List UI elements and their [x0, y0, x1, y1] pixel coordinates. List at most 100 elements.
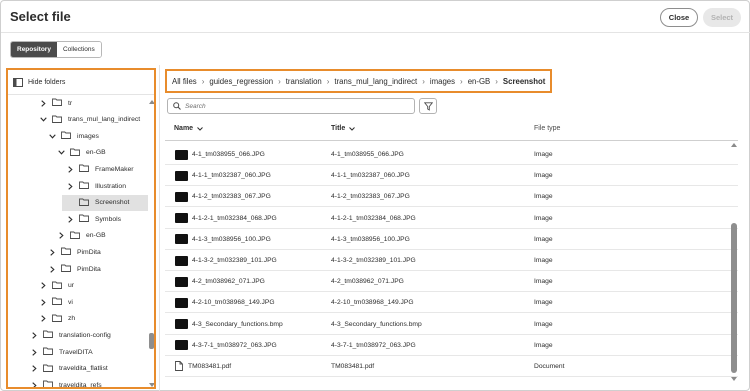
cell-name: 4-1-2-1_tm032384_068.JPG	[175, 208, 277, 229]
table-row[interactable]: 4-2_tm038962_071.JPG 4-2_tm038962_071.JPG…	[165, 271, 738, 293]
tree-item-symbols[interactable]: Symbols	[66, 211, 121, 227]
search-input[interactable]: Search	[167, 98, 415, 114]
column-header-title[interactable]: Title	[331, 125, 356, 132]
chevron-right-icon[interactable]	[30, 331, 39, 340]
table-row[interactable]: TM083481.pdf TM083481.pdf Document	[165, 356, 738, 377]
tree-item-vi[interactable]: vi	[39, 294, 73, 310]
breadcrumb-separator-icon: ›	[495, 76, 498, 86]
filter-icon	[423, 101, 433, 111]
scroll-up-icon[interactable]	[149, 100, 154, 104]
table-row[interactable]: 4-2-10_tm038968_149.JPG 4-2-10_tm038968_1…	[165, 292, 738, 314]
table-row[interactable]: 4-1-3-2_tm032389_101.JPG 4-1-3-2_tm032389…	[165, 250, 738, 271]
cell-title: 4-3_Secondary_functions.bmp	[331, 320, 422, 328]
column-header-name[interactable]: Name	[174, 125, 203, 132]
chevron-right-icon[interactable]	[39, 281, 48, 290]
tree-item-en-gb[interactable]: en-GB	[57, 228, 106, 244]
tree-item-label: translation-config	[59, 331, 111, 339]
chevron-right-icon[interactable]	[66, 165, 75, 174]
tree-item-illustration[interactable]: Illustration	[66, 178, 126, 194]
chevron-right-icon[interactable]	[30, 364, 39, 373]
filter-button[interactable]	[419, 98, 437, 114]
cell-name: 4-2-10_tm038968_149.JPG	[175, 292, 275, 313]
breadcrumb-link[interactable]: guides_regression	[209, 77, 273, 86]
folder-icon	[52, 281, 62, 291]
table-row[interactable]: 4-1_tm038955_066.JPG 4-1_tm038955_066.JPG…	[165, 144, 738, 165]
tree-item-pimdita[interactable]: PimDita	[48, 244, 101, 260]
cell-title: 4-1-1_tm032387_060.JPG	[331, 172, 410, 180]
chevron-right-icon[interactable]	[48, 248, 57, 257]
cell-name: 4-3_Secondary_functions.bmp	[175, 314, 283, 335]
table-row[interactable]: 4-3_Secondary_functions.bmp 4-3_Secondary…	[165, 314, 738, 335]
tree-item-ur[interactable]: ur	[39, 278, 74, 294]
chevron-down-icon[interactable]	[48, 132, 57, 141]
tree-item-label: PimDita	[77, 265, 101, 273]
tree-item-traveldita[interactable]: TravelDITA	[30, 344, 93, 360]
cell-title: 4-1-2-1_tm032384_068.JPG	[331, 214, 416, 222]
tree-item-trans-mul-lang-indirect[interactable]: trans_mul_lang_indirect	[39, 112, 140, 128]
table-row[interactable]: 4-1-2-1_tm032384_068.JPG 4-1-2-1_tm032384…	[165, 208, 738, 229]
scroll-up-icon[interactable]	[731, 143, 737, 147]
cell-name: 4-1-3_tm038956_100.JPG	[175, 229, 271, 250]
tree-item-images[interactable]: images	[48, 128, 99, 144]
chevron-right-icon[interactable]	[30, 381, 39, 387]
breadcrumb-separator-icon: ›	[460, 76, 463, 86]
tree-scroll-thumb[interactable]	[149, 333, 154, 349]
chevron-right-icon[interactable]	[39, 298, 48, 307]
cell-title: 4-1-3-2_tm032389_101.JPG	[331, 257, 416, 264]
table-scroll-thumb[interactable]	[731, 223, 737, 373]
scroll-down-icon[interactable]	[731, 377, 737, 381]
tree-item-en-gb[interactable]: en-GB	[57, 145, 106, 161]
chevron-right-icon[interactable]	[57, 231, 66, 240]
breadcrumb-link[interactable]: images	[430, 77, 455, 86]
search-placeholder: Search	[185, 102, 206, 110]
tree-item-label: traveldita_flatlist	[59, 365, 108, 373]
breadcrumb-link[interactable]: trans_mul_lang_indirect	[334, 77, 417, 86]
table-scrollbar[interactable]	[731, 141, 737, 381]
panel-divider	[159, 65, 160, 391]
tree-item-label: Illustration	[95, 182, 126, 190]
table-row[interactable]: 4-1-2_tm032383_067.JPG 4-1-2_tm032383_067…	[165, 186, 738, 208]
tab-collections[interactable]: Collections	[56, 42, 101, 57]
tree-item-label: images	[77, 132, 99, 140]
tree-item-label: Screenshot	[95, 199, 130, 207]
close-button[interactable]: Close	[660, 8, 698, 27]
tree-item-label: FrameMaker	[95, 165, 134, 173]
table-row[interactable]: 4-1-3_tm038956_100.JPG 4-1-3_tm038956_100…	[165, 229, 738, 250]
tree-item-traveldita-refs[interactable]: traveldita_refs	[30, 377, 102, 387]
tree-item-framemaker[interactable]: FrameMaker	[66, 161, 134, 177]
folder-panel: Hide folders tr trans_mul_lang_indirectim…	[6, 68, 156, 389]
tree-item-translation-config[interactable]: translation-config	[30, 327, 111, 343]
chevron-right-icon[interactable]	[66, 215, 75, 224]
cell-file-type: Image	[534, 193, 553, 201]
chevron-right-icon[interactable]	[48, 265, 57, 274]
chevron-right-icon[interactable]	[30, 348, 39, 357]
cell-name: TM083481.pdf	[175, 356, 231, 377]
scroll-down-icon[interactable]	[149, 383, 154, 387]
tree-item-zh[interactable]: zh	[39, 311, 75, 327]
tree-item-label: trans_mul_lang_indirect	[68, 116, 141, 124]
tab-repository[interactable]: Repository	[11, 42, 57, 57]
breadcrumb-link[interactable]: translation	[286, 77, 322, 86]
tree-item-tr[interactable]: tr	[39, 95, 72, 111]
file-name: 4-1-1_tm032387_060.JPG	[192, 172, 271, 180]
cell-file-type: Image	[534, 320, 553, 328]
dialog-title: Select file	[10, 9, 71, 24]
table-row[interactable]: 4-3-7-1_tm038972_063.JPG 4-3-7-1_tm038972…	[165, 335, 738, 356]
chevron-down-icon[interactable]	[39, 115, 48, 124]
chevron-right-icon[interactable]	[66, 182, 75, 191]
breadcrumb-separator-icon: ›	[422, 76, 425, 86]
chevron-right-icon[interactable]	[39, 99, 48, 108]
tree-item-traveldita-flatlist[interactable]: traveldita_flatlist	[30, 361, 108, 377]
tree-item-label: en-GB	[86, 149, 106, 157]
breadcrumb-link[interactable]: All files	[172, 77, 197, 86]
tree-item-screenshot[interactable]: Screenshot	[62, 194, 148, 211]
breadcrumb-link[interactable]: en-GB	[468, 77, 491, 86]
tree-scrollbar[interactable]	[149, 100, 154, 387]
cell-title: 4-1-3_tm038956_100.JPG	[331, 235, 410, 243]
chevron-right-icon[interactable]	[39, 314, 48, 323]
table-row[interactable]: 4-1-1_tm032387_060.JPG 4-1-1_tm032387_060…	[165, 165, 738, 187]
tree-item-pimdita[interactable]: PimDita	[48, 261, 101, 277]
select-button[interactable]: Select	[703, 8, 741, 27]
hide-folders-button[interactable]: Hide folders	[13, 78, 65, 87]
chevron-down-icon[interactable]	[57, 148, 66, 157]
